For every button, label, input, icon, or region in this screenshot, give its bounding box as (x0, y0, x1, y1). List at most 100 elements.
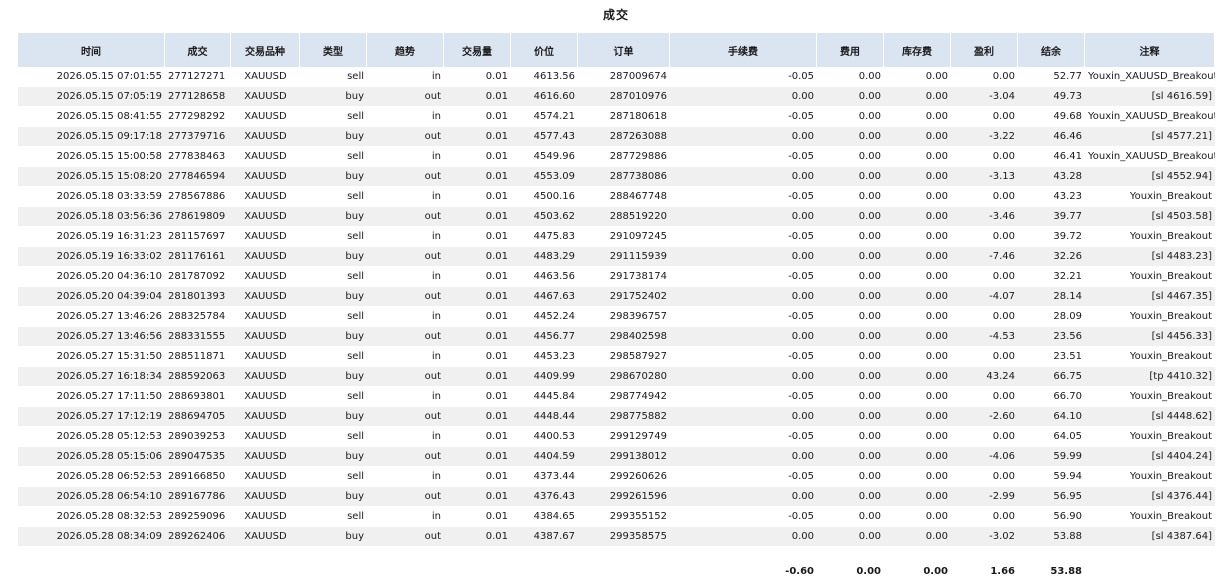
header-comment[interactable]: 注释 (1085, 33, 1215, 67)
cell-balance: 59.94 (1018, 467, 1085, 487)
header-deal[interactable]: 成交 (165, 33, 231, 67)
cell-price: 4376.43 (511, 487, 578, 507)
cell-time: 2026.05.15 07:01:55 (18, 67, 165, 87)
table-row[interactable]: 2026.05.20 04:36:10 281787092 XAUUSD sell in… (18, 267, 1215, 287)
header-balance[interactable]: 结余 (1018, 33, 1085, 67)
cell-order: 291097245 (578, 227, 670, 247)
table-row[interactable]: 2026.05.28 06:52:53 289166850 XAUUSD sell in… (18, 467, 1215, 487)
cell-order: 287729886 (578, 147, 670, 167)
cell-deal: 289262406 (165, 527, 231, 547)
header-volume[interactable]: 交易量 (444, 33, 511, 67)
table-row[interactable]: 2026.05.28 05:12:53 289039253 XAUUSD sell in… (18, 427, 1215, 447)
cell-volume: 0.01 (444, 387, 511, 407)
header-time[interactable]: 时间 (18, 33, 165, 67)
table-row[interactable]: 2026.05.15 15:00:58 277838463 XAUUSD sell in… (18, 147, 1215, 167)
table-row[interactable]: 2026.05.18 03:56:36 278619809 XAUUSD buy out… (18, 207, 1215, 227)
cell-direction: in (367, 147, 444, 167)
cell-order: 291115939 (578, 247, 670, 267)
header-direction[interactable]: 趋势 (367, 33, 444, 67)
cell-commission: 0.00 (670, 167, 817, 187)
table-row[interactable]: 2026.05.27 17:12:19 288694705 XAUUSD buy out… (18, 407, 1215, 427)
cell-type: sell (300, 387, 367, 407)
cell-balance: 39.72 (1018, 227, 1085, 247)
table-row[interactable]: 2026.05.27 15:31:50 288511871 XAUUSD sell in… (18, 347, 1215, 367)
cell-price: 4577.43 (511, 127, 578, 147)
header-price[interactable]: 价位 (511, 33, 578, 67)
table-row[interactable]: 2026.05.27 17:11:50 288693801 XAUUSD sell in… (18, 387, 1215, 407)
cell-symbol: XAUUSD (231, 327, 300, 347)
header-commission[interactable]: 手续费 (670, 33, 817, 67)
table-row[interactable]: 2026.05.28 08:34:09 289262406 XAUUSD buy out… (18, 527, 1215, 547)
cell-price: 4384.65 (511, 507, 578, 527)
cell-symbol: XAUUSD (231, 147, 300, 167)
table-row[interactable]: 2026.05.19 16:31:23 281157697 XAUUSD sell in… (18, 227, 1215, 247)
table-row[interactable]: 2026.05.15 09:17:18 277379716 XAUUSD buy out… (18, 127, 1215, 147)
table-row[interactable]: 2026.05.28 08:32:53 289259096 XAUUSD sell in… (18, 507, 1215, 527)
header-order[interactable]: 订单 (578, 33, 670, 67)
cell-deal: 281157697 (165, 227, 231, 247)
cell-commission: 0.00 (670, 527, 817, 547)
cell-balance: 66.70 (1018, 387, 1085, 407)
table-row[interactable]: 2026.05.27 13:46:56 288331555 XAUUSD buy out… (18, 327, 1215, 347)
cell-volume: 0.01 (444, 427, 511, 447)
cell-time: 2026.05.15 15:00:58 (18, 147, 165, 167)
header-fee[interactable]: 费用 (817, 33, 884, 67)
cell-commission: 0.00 (670, 367, 817, 387)
cell-order: 298774942 (578, 387, 670, 407)
cell-price: 4467.63 (511, 287, 578, 307)
table-row[interactable]: 2026.05.28 05:15:06 289047535 XAUUSD buy out… (18, 447, 1215, 467)
cell-order: 299358575 (578, 527, 670, 547)
header-symbol[interactable]: 交易品种 (231, 33, 300, 67)
table-row[interactable]: 2026.05.19 16:33:02 281176161 XAUUSD buy out… (18, 247, 1215, 267)
cell-commission: 0.00 (670, 287, 817, 307)
table-row[interactable]: 2026.05.18 03:33:59 278567886 XAUUSD sell in… (18, 187, 1215, 207)
table-row[interactable]: 2026.05.20 04:39:04 281801393 XAUUSD buy out… (18, 287, 1215, 307)
cell-comment: [sl 4404.24] (1085, 447, 1215, 467)
cell-swap: 0.00 (884, 167, 951, 187)
header-type[interactable]: 类型 (300, 33, 367, 67)
cell-commission: -0.05 (670, 347, 817, 367)
cell-fee: 0.00 (817, 107, 884, 127)
cell-profit: 0.00 (951, 67, 1018, 87)
cell-swap: 0.00 (884, 347, 951, 367)
cell-time: 2026.05.18 03:33:59 (18, 187, 165, 207)
cell-deal: 288694705 (165, 407, 231, 427)
cell-symbol: XAUUSD (231, 367, 300, 387)
cell-order: 299260626 (578, 467, 670, 487)
cell-volume: 0.01 (444, 147, 511, 167)
header-profit[interactable]: 盈利 (951, 33, 1018, 67)
table-row[interactable]: 2026.05.27 13:46:26 288325784 XAUUSD sell in… (18, 307, 1215, 327)
table-header-row: 时间 成交 交易品种 类型 趋势 交易量 价位 订单 手续费 费用 库存费 盈利… (18, 33, 1215, 67)
cell-volume: 0.01 (444, 227, 511, 247)
cell-time: 2026.05.19 16:33:02 (18, 247, 165, 267)
cell-type: buy (300, 327, 367, 347)
cell-direction: in (367, 107, 444, 127)
cell-order: 287010976 (578, 87, 670, 107)
cell-volume: 0.01 (444, 187, 511, 207)
cell-direction: in (367, 507, 444, 527)
cell-order: 288467748 (578, 187, 670, 207)
table-row[interactable]: 2026.05.15 07:01:55 277127271 XAUUSD sell in… (18, 67, 1215, 87)
cell-comment: Youxin_XAUUSD_Breakout (1085, 67, 1215, 87)
cell-direction: out (367, 207, 444, 227)
cell-type: buy (300, 87, 367, 107)
table-row[interactable]: 2026.05.15 08:41:55 277298292 XAUUSD sell in… (18, 107, 1215, 127)
cell-symbol: XAUUSD (231, 87, 300, 107)
table-row[interactable]: 2026.05.27 16:18:34 288592063 XAUUSD buy out… (18, 367, 1215, 387)
header-swap[interactable]: 库存费 (884, 33, 951, 67)
cell-commission: -0.05 (670, 107, 817, 127)
cell-price: 4453.23 (511, 347, 578, 367)
cell-fee: 0.00 (817, 147, 884, 167)
cell-direction: out (367, 87, 444, 107)
cell-deal: 288325784 (165, 307, 231, 327)
cell-price: 4445.84 (511, 387, 578, 407)
report-title: 成交 (602, 8, 629, 22)
cell-commission: 0.00 (670, 247, 817, 267)
table-row[interactable]: 2026.05.15 15:08:20 277846594 XAUUSD buy out… (18, 167, 1215, 187)
table-row[interactable]: 2026.05.15 07:05:19 277128658 XAUUSD buy out… (18, 87, 1215, 107)
cell-balance: 28.09 (1018, 307, 1085, 327)
table-row[interactable]: 2026.05.28 06:54:10 289167786 XAUUSD buy out… (18, 487, 1215, 507)
cell-time: 2026.05.15 07:05:19 (18, 87, 165, 107)
cell-order: 299261596 (578, 487, 670, 507)
cell-direction: in (367, 187, 444, 207)
